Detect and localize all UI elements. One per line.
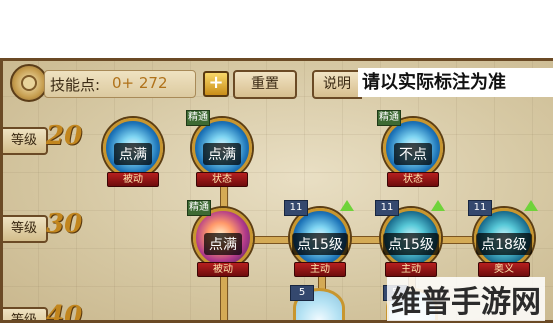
top-blank-area (0, 0, 553, 58)
watermark: 维普手游网 (387, 277, 545, 321)
